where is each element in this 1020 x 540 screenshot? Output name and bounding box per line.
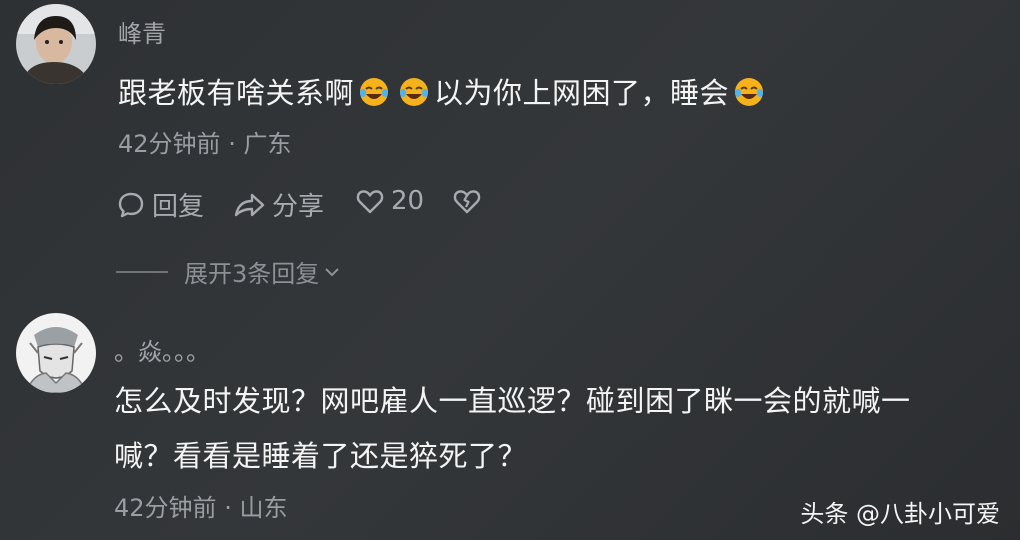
broken-heart-icon [453,190,481,214]
watermark: 头条 @八卦小可爱 [800,500,1000,528]
like-button[interactable]: 20 [355,186,424,216]
comment-meta: 42分钟前 · 广东 [118,124,291,159]
comment-time: 42分钟前 [114,494,217,522]
reply-label: 回复 [152,192,205,222]
comment-text-line: 怎么及时发现？网吧雇人一直巡逻？碰到困了眯一会的就喊一 [114,384,911,418]
chevron-down-icon [325,267,339,276]
share-arrow-icon [234,193,265,216]
comment-username[interactable]: 峰青 [118,14,166,49]
comment-time: 42分钟前 [118,130,221,158]
laughing-tears-emoji-icon [398,76,430,115]
comment-location: 广东 [243,130,292,158]
divider-line [116,270,168,273]
share-button[interactable]: 分享 [232,186,324,223]
user-avatar[interactable] [16,313,96,393]
like-count: 20 [391,186,425,216]
heart-icon [356,190,384,214]
comment-text-part: 跟老板有啥关系啊 [118,76,355,110]
comment-text: 跟老板有啥关系啊 以为你上网困了，睡会 [118,70,769,115]
comment-meta: 42分钟前 · 山东 [114,488,287,523]
comment-text-part: 以为你上网困了，睡会 [434,76,730,110]
expand-replies-button[interactable]: 展开3条回复 [116,254,341,289]
meta-separator: · [228,130,236,158]
share-label: 分享 [272,192,325,222]
dislike-button[interactable] [452,186,488,216]
comment-username[interactable]: 。焱。。。 [114,332,210,367]
expand-replies-label: 展开3条回复 [184,260,320,288]
comment-location: 山东 [239,494,288,522]
user-avatar[interactable] [16,4,96,84]
laughing-tears-emoji-icon [358,76,390,115]
comment-text-line: 喊？看看是睡着了还是猝死了？ [114,439,528,473]
meta-separator: · [224,494,232,522]
reply-bubble-icon [118,192,144,217]
laughing-tears-emoji-icon [733,76,765,115]
reply-button[interactable]: 回复 [116,186,204,223]
